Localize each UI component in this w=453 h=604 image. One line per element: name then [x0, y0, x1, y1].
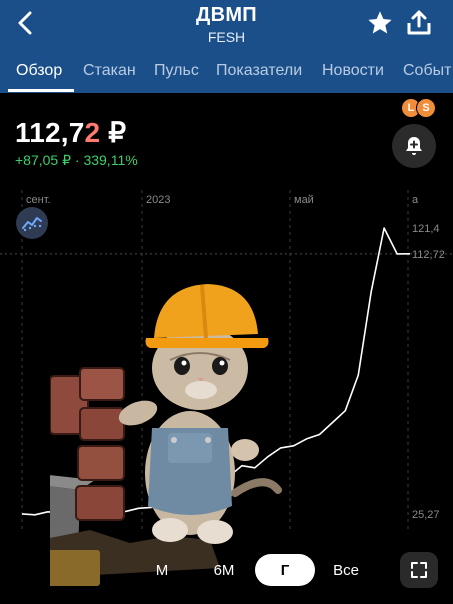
- period-6-months[interactable]: 6М: [204, 554, 244, 586]
- price-change: +87,05 ₽ · 339,11%: [15, 152, 138, 168]
- price-currency: ₽: [108, 117, 127, 148]
- share-button[interactable]: [404, 9, 434, 37]
- tab-events[interactable]: Событ: [403, 62, 451, 80]
- tab-overview[interactable]: Обзор: [16, 62, 62, 80]
- expand-icon: [411, 562, 427, 578]
- star-icon: [368, 11, 392, 34]
- trading-badges: L S: [401, 98, 437, 118]
- tab-indicators[interactable]: Показатели: [216, 62, 302, 80]
- price-main: 112,7: [15, 117, 85, 148]
- top-bar: ДВМП FESH Обзор Стакан Пульс Показатели …: [0, 0, 453, 93]
- y-tick-label: 121,4: [412, 223, 440, 235]
- y-tick-label: 25,27: [412, 509, 440, 521]
- add-alert-bell-icon: [406, 137, 422, 155]
- price-last-digit: 2: [84, 117, 101, 148]
- x-tick-label: а: [412, 194, 419, 206]
- add-price-alert-button[interactable]: [392, 124, 436, 168]
- x-tick-label: 2023: [146, 194, 170, 206]
- current-price: 112,72 ₽: [15, 116, 126, 149]
- share-upload-icon: [407, 10, 431, 35]
- tab-pulse[interactable]: Пульс: [154, 62, 199, 80]
- tab-order-book[interactable]: Стакан: [83, 62, 136, 80]
- x-tick-label: май: [294, 194, 314, 206]
- short-badge: S: [416, 98, 436, 118]
- period-year[interactable]: Г: [255, 554, 315, 586]
- tab-news[interactable]: Новости: [322, 62, 384, 80]
- period-month[interactable]: М: [144, 554, 180, 586]
- indicators-button[interactable]: [16, 207, 48, 239]
- active-tab-indicator: [8, 89, 74, 92]
- y-tick-label: 112,72: [412, 249, 445, 261]
- x-tick-label: сент.: [26, 194, 51, 206]
- tab-bar: Обзор Стакан Пульс Показатели Новости Со…: [0, 56, 453, 93]
- period-all[interactable]: Все: [326, 554, 366, 586]
- favorite-button[interactable]: [366, 9, 394, 37]
- period-selector: М 6М Г Все: [0, 540, 453, 600]
- fullscreen-button[interactable]: [400, 552, 438, 588]
- indicators-chart-icon: [22, 217, 42, 232]
